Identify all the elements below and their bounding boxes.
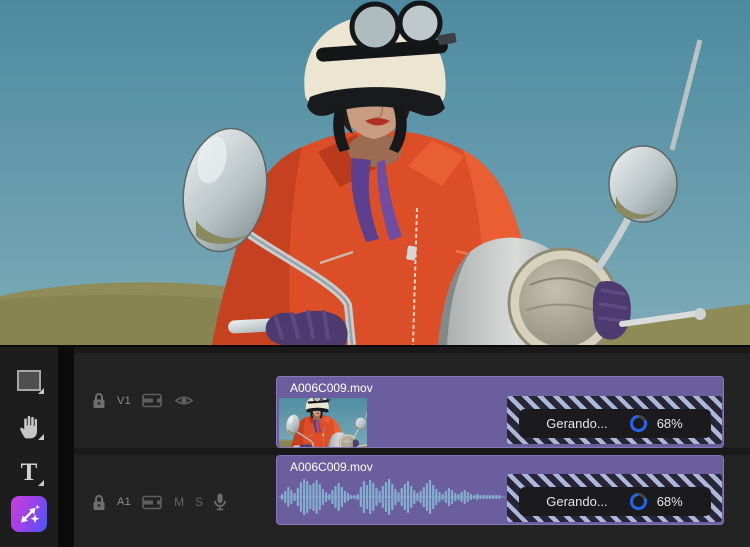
track-v1-header: V1 <box>92 353 194 448</box>
hand-tool-button[interactable] <box>10 407 48 445</box>
progress-label: Gerando... <box>546 416 608 431</box>
tool-flyout-triangle <box>38 480 44 486</box>
track-v1-label[interactable]: V1 <box>117 395 131 407</box>
track-a1-label[interactable]: A1 <box>117 496 131 508</box>
video-editor-window: T V1 A1 M S A006C009.mov Gerando... 68% … <box>0 0 750 547</box>
video-clip[interactable]: A006C009.mov Gerando... 68% <box>276 376 724 448</box>
progress-label: Gerando... <box>546 494 608 509</box>
lock-icon[interactable] <box>92 392 106 409</box>
video-clip-thumbnail <box>279 398 367 447</box>
eye-icon[interactable] <box>174 393 194 408</box>
solo-button[interactable]: S <box>195 495 203 509</box>
track-a1-header: A1 M S <box>92 455 226 547</box>
mute-button[interactable]: M <box>174 495 184 509</box>
generative-extend-tool-button[interactable] <box>10 495 48 533</box>
audio-clip[interactable]: A006C009.mov Gerando... 68% <box>276 455 724 525</box>
sparkle-arrows-icon <box>20 504 41 524</box>
tools-sidebar: T <box>0 347 58 547</box>
track-target-icon[interactable] <box>142 495 163 510</box>
generating-region-audio: Gerando... 68% <box>507 474 722 522</box>
mic-icon[interactable] <box>214 493 226 511</box>
progress-percent: 68% <box>656 416 683 431</box>
lock-icon[interactable] <box>92 494 106 511</box>
program-monitor <box>0 0 750 345</box>
ai-gradient-button <box>11 496 47 532</box>
tool-flyout-triangle <box>38 434 44 440</box>
preview-frame <box>0 0 750 345</box>
timeline-panel: T V1 A1 M S A006C009.mov Gerando... 68% … <box>0 345 750 547</box>
progress-badge-video: Gerando... 68% <box>518 409 711 438</box>
progress-percent: 68% <box>656 494 683 509</box>
video-clip-title: A006C009.mov <box>290 381 373 395</box>
progress-badge-audio: Gerando... 68% <box>518 487 711 516</box>
track-target-icon[interactable] <box>142 393 163 408</box>
generating-region-video: Gerando... 68% <box>507 396 722 444</box>
audio-waveform <box>279 478 505 516</box>
progress-spinner-icon <box>629 414 647 433</box>
progress-spinner-icon <box>629 492 647 511</box>
type-tool-button[interactable]: T <box>10 453 48 491</box>
panel-divider <box>58 347 74 547</box>
type-glyph: T <box>21 459 38 486</box>
tool-flyout-triangle <box>38 388 44 394</box>
selection-tool-button[interactable] <box>10 361 48 399</box>
